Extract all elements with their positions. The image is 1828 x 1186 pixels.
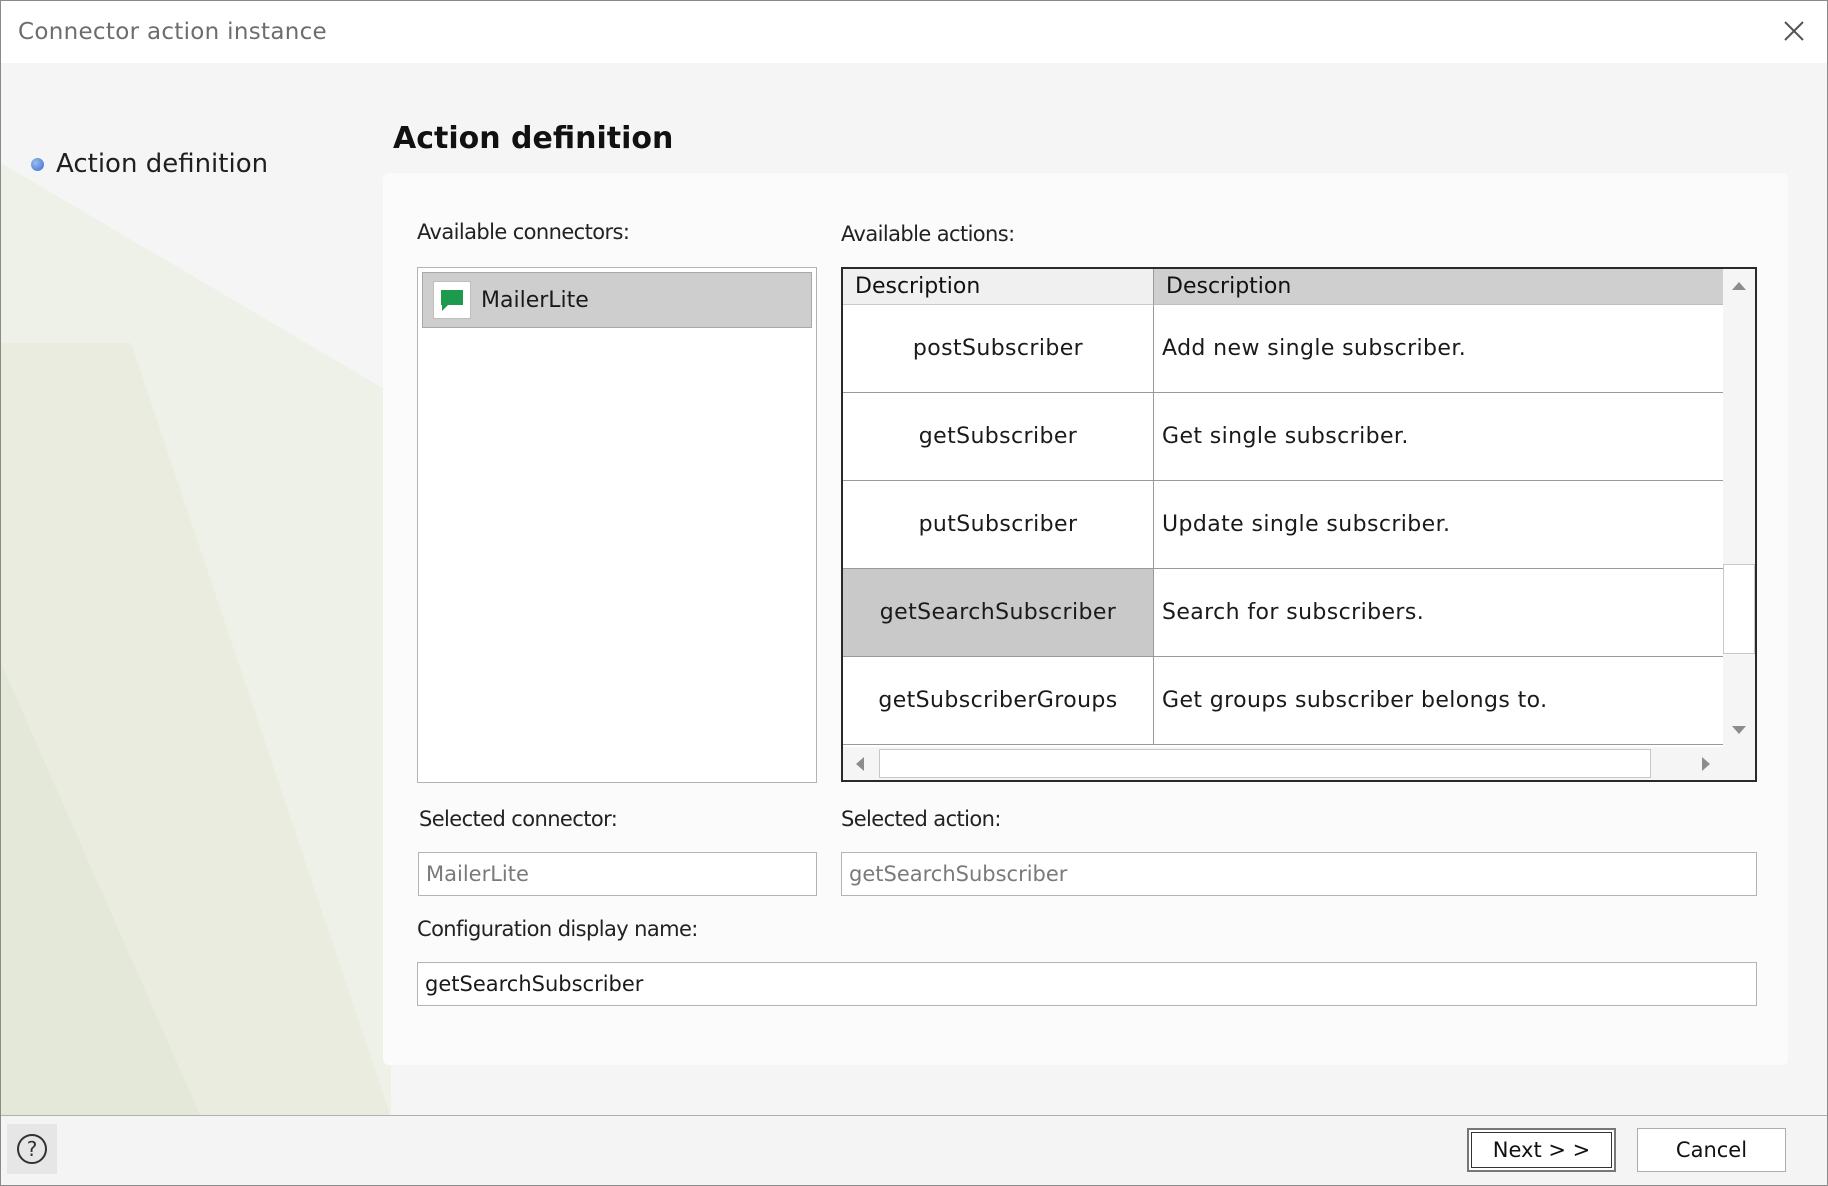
scroll-left-icon[interactable] [843, 747, 877, 780]
action-description-cell: Search for subscribers. [1154, 569, 1723, 657]
window-title: Connector action instance [18, 19, 327, 45]
table-row[interactable]: putSubscriber Update single subscriber. [843, 481, 1723, 569]
actions-table[interactable]: Description Description postSubscriber A… [841, 267, 1757, 782]
connector-item-label: MailerLite [481, 287, 589, 313]
nav-step-action-definition[interactable]: Action definition [31, 147, 268, 181]
scroll-right-icon[interactable] [1689, 747, 1723, 780]
action-description-cell: Get groups subscriber belongs to. [1154, 657, 1723, 745]
column-header-description[interactable]: Description [1154, 269, 1723, 305]
config-display-name-input[interactable] [417, 962, 1757, 1006]
chat-bubble-icon [433, 281, 471, 319]
step-bullet-icon [31, 157, 44, 171]
action-name-cell: getSubscriberGroups [843, 657, 1154, 745]
cancel-button[interactable]: Cancel [1637, 1128, 1786, 1172]
table-body: postSubscriber Add new single subscriber… [843, 305, 1723, 745]
selected-action-field[interactable] [841, 852, 1757, 896]
table-row[interactable]: postSubscriber Add new single subscriber… [843, 305, 1723, 393]
action-name-cell: putSubscriber [843, 481, 1154, 569]
next-button[interactable]: Next > > [1467, 1128, 1616, 1172]
connector-item-mailerlite[interactable]: MailerLite [422, 272, 812, 328]
table-header: Description Description [843, 269, 1723, 305]
available-connectors-label: Available connectors: [417, 220, 630, 244]
action-description-cell: Add new single subscriber. [1154, 305, 1723, 393]
config-display-name-label: Configuration display name: [417, 917, 698, 941]
column-header-name[interactable]: Description [843, 269, 1154, 305]
footer-bar: ? Next > > Cancel [1, 1116, 1827, 1185]
scrollbar-corner [1723, 747, 1755, 780]
horizontal-scrollbar[interactable] [843, 747, 1723, 780]
table-row[interactable]: getSubscriber Get single subscriber. [843, 393, 1723, 481]
action-name-cell: getSubscriber [843, 393, 1154, 481]
action-description-cell: Get single subscriber. [1154, 393, 1723, 481]
action-name-cell: getSearchSubscriber [843, 569, 1154, 657]
title-bar: Connector action instance [1, 1, 1827, 63]
horizontal-scroll-thumb[interactable] [879, 749, 1651, 778]
close-icon[interactable] [1776, 13, 1812, 49]
help-button[interactable]: ? [7, 1124, 57, 1174]
nav-step-label: Action definition [56, 149, 269, 179]
scroll-up-icon[interactable] [1723, 269, 1755, 303]
selected-connector-label: Selected connector: [419, 807, 618, 831]
vertical-scroll-thumb[interactable] [1723, 564, 1755, 654]
help-icon: ? [17, 1134, 47, 1164]
selected-action-label: Selected action: [841, 807, 1001, 831]
page-title: Action definition [393, 121, 674, 156]
selected-connector-field[interactable] [418, 852, 817, 896]
action-description-cell: Update single subscriber. [1154, 481, 1723, 569]
vertical-scrollbar[interactable] [1723, 269, 1755, 747]
connectors-list[interactable]: MailerLite [417, 267, 817, 783]
table-row-selected[interactable]: getSearchSubscriber Search for subscribe… [843, 569, 1723, 657]
scroll-down-icon[interactable] [1723, 713, 1755, 747]
available-actions-label: Available actions: [841, 222, 1015, 246]
table-row[interactable]: getSubscriberGroups Get groups subscribe… [843, 657, 1723, 745]
action-name-cell: postSubscriber [843, 305, 1154, 393]
dialog-window: Connector action instance Action definit… [0, 0, 1828, 1186]
